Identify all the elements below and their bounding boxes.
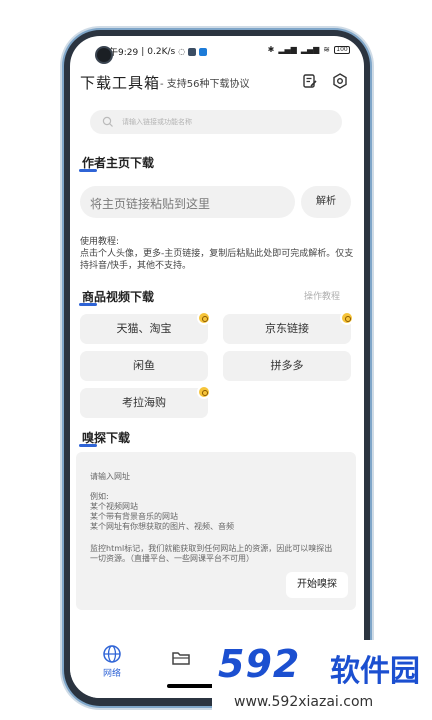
sniff-example-label: 例如: xyxy=(90,492,109,501)
author-url-placeholder: 将主页链接粘贴到这里 xyxy=(90,197,211,211)
jd-link-label: 京东链接 xyxy=(265,322,309,335)
search-icon xyxy=(102,116,113,127)
sniff-description: 监控html标记，我们就能获取到任何网站上的资源，因此可以嗅探出一切资源。（直播… xyxy=(90,544,333,563)
front-camera xyxy=(97,48,111,62)
kaola-button[interactable]: 考拉海购 xyxy=(80,385,211,418)
section-accent-bar xyxy=(79,169,97,172)
tab-files[interactable] xyxy=(159,642,203,686)
xianyu-label: 闲鱼 xyxy=(133,359,155,372)
tmall-taobao-button[interactable]: 天猫、淘宝 xyxy=(80,311,211,344)
settings-icon[interactable] xyxy=(332,73,348,89)
sniff-example-item: 某个带有背景音乐的网站 xyxy=(90,512,178,521)
status-bar: 上午9:29 | 0.2K/s ◌ ✱ ▂▄▆ ▂▄▆ ≋ 100 xyxy=(70,36,364,62)
signal-icon-2: ▂▄▆ xyxy=(300,45,320,54)
app-subtitle: - 支持56种下载协议 xyxy=(160,79,250,90)
watermark-logo: 592 xyxy=(218,642,301,686)
author-url-input[interactable]: 将主页链接粘贴到这里 xyxy=(80,186,295,218)
xianyu-button[interactable]: 闲鱼 xyxy=(80,351,208,381)
parse-button[interactable]: 解析 xyxy=(301,186,351,218)
search-bar[interactable]: 请输入链接或功能名称 xyxy=(90,110,342,134)
battery-icon: 100 xyxy=(334,46,350,54)
bluetooth-icon: ✱ xyxy=(267,45,275,54)
timer-badge-icon xyxy=(197,311,211,325)
section-title-sniff: 嗅探下载 xyxy=(79,429,131,447)
operation-tutorial-link[interactable]: 操作教程 xyxy=(304,289,340,302)
section-title-author-text: 作者主页下载 xyxy=(82,156,155,170)
section-title-product-text: 商品视频下载 xyxy=(82,290,155,304)
screenshot-stage: 上午9:29 | 0.2K/s ◌ ✱ ▂▄▆ ▂▄▆ ≋ 100 下载工具箱 … xyxy=(0,0,432,720)
status-right: ✱ ▂▄▆ ▂▄▆ ≋ 100 xyxy=(268,45,350,55)
phone-screen: 上午9:29 | 0.2K/s ◌ ✱ ▂▄▆ ▂▄▆ ≋ 100 下载工具箱 … xyxy=(70,36,364,698)
tab-network-label: 网络 xyxy=(102,669,121,679)
tab-network[interactable]: 网络 xyxy=(90,642,134,686)
tutorial-label: 使用教程: xyxy=(80,237,120,247)
pinduoduo-label: 拼多多 xyxy=(270,359,304,372)
status-divider: | xyxy=(141,46,145,57)
wifi-icon: ≋ xyxy=(323,45,330,54)
tmall-taobao-label: 天猫、淘宝 xyxy=(116,322,172,335)
app-notification-icon xyxy=(188,47,197,56)
edit-note-icon[interactable] xyxy=(302,73,318,89)
tutorial-body: 点击个人头像，更多-主页链接，复制后粘贴此处即可完成解析。仅支持抖音/快手，其他… xyxy=(80,249,354,271)
globe-icon xyxy=(103,645,121,663)
watermark-name: 软件园 xyxy=(330,654,420,689)
section-title-sniff-text: 嗅探下载 xyxy=(82,431,131,445)
folder-icon xyxy=(172,652,190,665)
site-watermark: 592 软件园 www.592xiazai.com xyxy=(212,640,432,720)
sniff-example-item: 某个视频网站 xyxy=(90,502,138,511)
tutorial-text: 使用教程: 点击个人头像，更多-主页链接，复制后粘贴此处即可完成解析。仅支持抖音… xyxy=(80,236,358,272)
start-sniff-button[interactable]: 开始嗅探 xyxy=(286,572,348,598)
app-notification-icon-2 xyxy=(199,47,208,56)
timer-badge-icon xyxy=(197,385,211,399)
section-accent-bar xyxy=(79,444,97,447)
search-input[interactable]: 请输入链接或功能名称 xyxy=(122,117,192,127)
sniff-example-item: 某个网址有你想获取的图片、视频、音频 xyxy=(90,522,234,531)
kaola-label: 考拉海购 xyxy=(122,396,166,409)
jd-link-button[interactable]: 京东链接 xyxy=(223,311,354,344)
timer-badge-icon xyxy=(340,311,354,325)
pinduoduo-button[interactable]: 拼多多 xyxy=(223,351,351,381)
section-accent-bar xyxy=(79,303,97,306)
notification-icon: ◌ xyxy=(178,46,186,56)
watermark-url: www.592xiazai.com xyxy=(234,694,374,710)
section-title-product: 商品视频下载 xyxy=(79,288,155,306)
status-speed: 0.2K/s xyxy=(147,46,176,57)
section-title-author: 作者主页下载 xyxy=(79,154,155,172)
signal-icon: ▂▄▆ xyxy=(278,45,297,54)
app-title: 下载工具箱 xyxy=(80,74,161,92)
app-header: 下载工具箱 - 支持56种下载协议 xyxy=(80,72,354,92)
sniff-url-input[interactable]: 请输入网址 xyxy=(90,472,130,482)
